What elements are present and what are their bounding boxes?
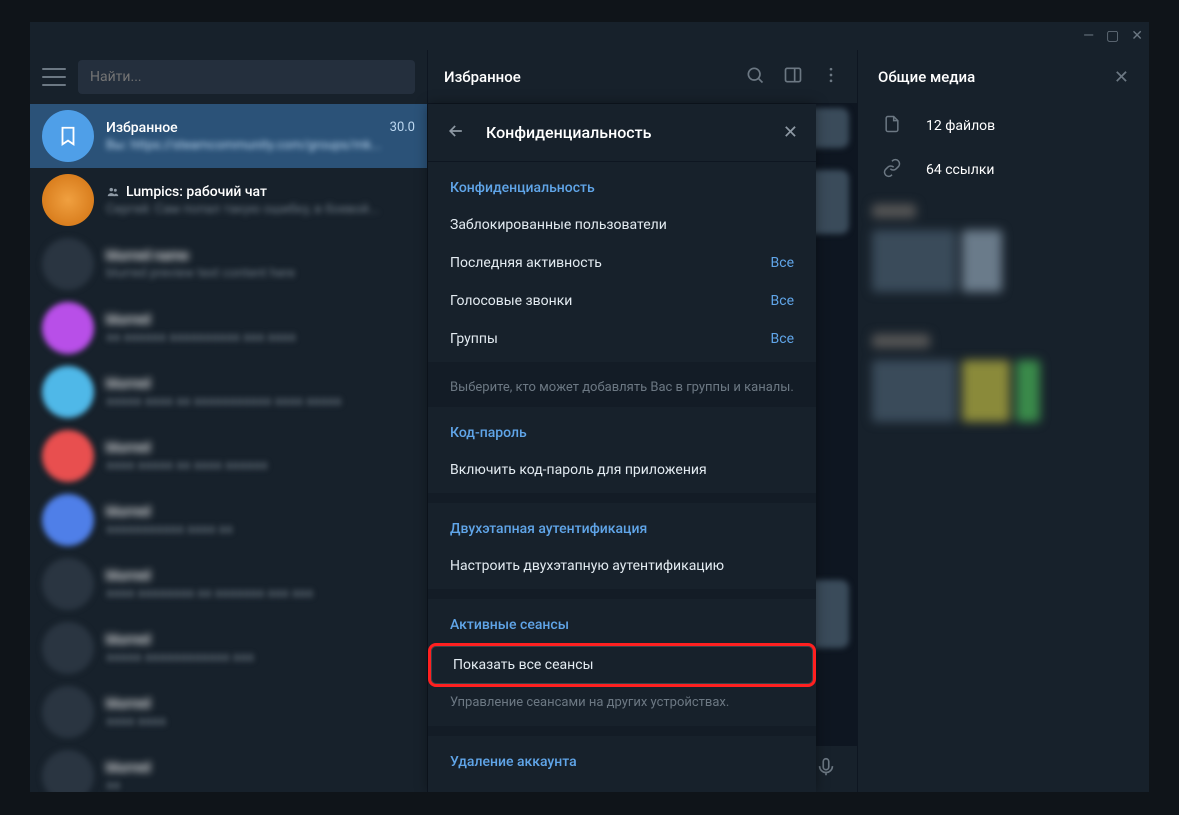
avatar (42, 430, 94, 482)
item-setup-twofa[interactable]: Настроить двухэтапную аутентификацию (428, 547, 816, 585)
chat-preview: aaaa aaaaa aa aaaa aaaaaa (106, 458, 415, 473)
item-enable-passcode[interactable]: Включить код-пароль для приложения (428, 451, 816, 489)
chat-list[interactable]: Избранное 30.0 Вы: https://steamcommunity.… (30, 104, 427, 792)
left-column: Избранное 30.0 Вы: https://steamcommunity.… (30, 50, 428, 792)
avatar (42, 494, 94, 546)
more-menu-icon[interactable] (821, 65, 841, 89)
avatar (42, 686, 94, 738)
chat-item[interactable]: Lumpics: рабочий чат Сергей: Сам попал та… (30, 168, 427, 232)
chat-item[interactable]: blurred aaaaa aaaaaaaaaaaa aaa (30, 616, 427, 680)
close-panel-icon[interactable]: ✕ (1114, 67, 1129, 88)
chat-item[interactable]: blurred aaaa aaaa (30, 680, 427, 744)
section-passcode: Код-пароль Включить код-пароль для прило… (428, 407, 816, 503)
section-twofa: Двухэтапная аутентификация Настроить дву… (428, 503, 816, 599)
section-passcode-header: Код-пароль (428, 415, 816, 451)
section-privacy: Конфиденциальность Заблокированные польз… (428, 162, 816, 372)
avatar (42, 558, 94, 610)
chat-preview: aaaa aaaaaaaa aa aaaaaaa aaa aaa (106, 586, 415, 601)
chat-title: blurred (106, 376, 150, 392)
sidebar-toggle-icon[interactable] (783, 65, 803, 89)
avatar (42, 366, 94, 418)
chat-date: 30.0 (390, 120, 415, 135)
back-arrow-icon[interactable] (446, 121, 466, 145)
section-deletion-header: Удаление аккаунта (428, 744, 816, 780)
chat-title: blurred (106, 696, 150, 712)
privacy-desc: Выберите, кто может добавлять Вас в груп… (428, 372, 816, 407)
chat-title: blurred (106, 504, 150, 520)
chat-item[interactable]: blurred aaaa aaaaa aa aaaa aaaaaa (30, 424, 427, 488)
media-grid (858, 192, 1149, 434)
right-panel-header: Общие медиа ✕ (858, 50, 1149, 104)
chat-item[interactable]: blurred aaaaa aaaa aa aaaaaaaaaaa aaaa aa… (30, 360, 427, 424)
chat-header-title: Избранное (444, 68, 727, 86)
sessions-desc: Управление сеансами на других устройства… (428, 687, 816, 722)
settings-body[interactable]: Конфиденциальность Заблокированные польз… (428, 162, 816, 792)
chat-title: blurred name (106, 248, 189, 264)
chat-preview: aa (106, 778, 415, 793)
avatar (42, 622, 94, 674)
section-privacy-header: Конфиденциальность (428, 170, 816, 206)
chat-preview: Вы: https://steamcommunity.com/groups/mk… (106, 138, 415, 153)
chat-preview: aaaaa aaaaaaaaaaaa aaa (106, 650, 415, 665)
close-settings-icon[interactable]: ✕ (783, 122, 798, 143)
settings-panel: Конфиденциальность ✕ Конфиденциальность … (428, 104, 816, 792)
chat-title: Избранное (106, 120, 178, 136)
search-input[interactable] (78, 60, 415, 94)
section-twofa-header: Двухэтапная аутентификация (428, 511, 816, 547)
search-chat-icon[interactable] (745, 65, 765, 89)
chat-preview: aaaaa aaaa aa aaaaaaaaaaa aaaa aaaaa (106, 394, 415, 409)
chat-preview: aa aaaaaa aaaaaaaaaa aaa aaaa (106, 330, 415, 345)
chat-item[interactable]: blurred name blurred preview text content… (30, 232, 427, 296)
media-links-label: 64 ссылки (926, 162, 994, 178)
chat-item[interactable]: Избранное 30.0 Вы: https://steamcommunity.… (30, 104, 427, 168)
settings-title: Конфиденциальность (486, 123, 763, 142)
media-files-label: 12 файлов (926, 118, 995, 134)
chat-item[interactable]: blurred aa (30, 744, 427, 792)
chat-item[interactable]: blurred aa aaaaaa aaaaaaaaaa aaa aaaa (30, 296, 427, 360)
window-titlebar: — ▢ ✕ (30, 22, 1149, 50)
chat-preview: blurred preview text content here (106, 266, 415, 281)
item-blocked-users[interactable]: Заблокированные пользователи (428, 206, 816, 244)
chat-title: blurred (106, 312, 150, 328)
menu-hamburger-icon[interactable] (42, 68, 66, 86)
chat-item[interactable]: blurred aaaa aaaaaaaa aa aaaaaaa aaa aaa (30, 552, 427, 616)
item-show-all-sessions[interactable]: Показать все сеансы (428, 643, 816, 687)
chat-title: blurred (106, 760, 150, 776)
avatar (42, 110, 94, 162)
settings-header: Конфиденциальность ✕ (428, 104, 816, 162)
avatar (42, 174, 94, 226)
link-icon (882, 158, 902, 182)
microphone-icon[interactable] (815, 756, 837, 782)
chat-header: Избранное (428, 50, 857, 104)
chat-title: blurred (106, 632, 150, 648)
chat-title: Lumpics: рабочий чат (106, 184, 267, 200)
item-groups[interactable]: Группы Все (428, 320, 816, 358)
avatar (42, 750, 94, 792)
app-window: — ▢ ✕ Избранное 30.0 Вы: https://steamcomm… (30, 22, 1149, 792)
item-voice-calls[interactable]: Голосовые звонки Все (428, 282, 816, 320)
main-layout: Избранное 30.0 Вы: https://steamcommunity.… (30, 50, 1149, 792)
avatar (42, 302, 94, 354)
section-sessions: Активные сеансы Показать все сеансы Упра… (428, 599, 816, 736)
minimize-icon[interactable]: — (1083, 28, 1094, 44)
chat-item[interactable]: blurred aaaaaaaaaaa aaaa aa (30, 488, 427, 552)
search-row (30, 50, 427, 104)
avatar (42, 238, 94, 290)
media-links-row[interactable]: 64 ссылки (858, 148, 1149, 192)
item-last-activity[interactable]: Последняя активность Все (428, 244, 816, 282)
section-deletion: Удаление аккаунта (428, 736, 816, 784)
chat-preview: Сергей: Сам попал такую ошибку, в боевой… (106, 202, 415, 217)
file-icon (882, 114, 902, 138)
section-sessions-header: Активные сеансы (428, 607, 816, 643)
chat-preview: aaaaaaaaaaa aaaa aa (106, 522, 415, 537)
close-window-icon[interactable]: ✕ (1131, 28, 1143, 44)
media-files-row[interactable]: 12 файлов (858, 104, 1149, 148)
maximize-icon[interactable]: ▢ (1106, 28, 1119, 44)
right-panel-title: Общие медиа (878, 68, 975, 86)
right-panel: Общие медиа ✕ 12 файлов 64 ссылки (857, 50, 1149, 792)
chat-title: blurred (106, 568, 150, 584)
chat-preview: aaaa aaaa (106, 714, 415, 729)
chat-title: blurred (106, 440, 150, 456)
